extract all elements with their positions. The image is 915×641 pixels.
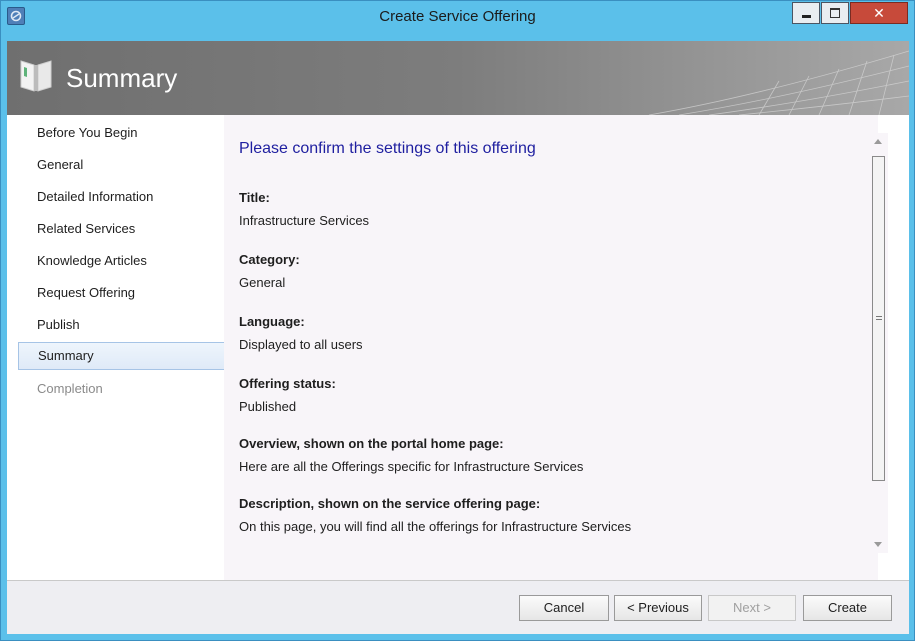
field-label-title: Title: (239, 190, 270, 205)
nav-item-knowledge-articles[interactable]: Knowledge Articles (18, 247, 226, 275)
wizard-content: Before You Begin General Detailed Inform… (7, 115, 909, 580)
scroll-up-icon[interactable] (874, 139, 882, 144)
field-value-title: Infrastructure Services (239, 213, 370, 228)
book-icon (20, 60, 52, 92)
maximize-icon (830, 8, 840, 18)
page-heading: Please confirm the settings of this offe… (239, 140, 536, 157)
banner-decoration (648, 50, 909, 115)
minimize-icon (801, 14, 811, 18)
nav-item-detailed-information[interactable]: Detailed Information (18, 183, 226, 211)
nav-item-summary[interactable]: Summary (18, 342, 226, 370)
nav-item-related-services[interactable]: Related Services (18, 215, 226, 243)
cancel-button[interactable]: Cancel (519, 595, 609, 621)
title-bar[interactable]: Create Service Offering ✕ (1, 1, 914, 33)
nav-item-publish[interactable]: Publish (18, 311, 226, 339)
field-label-language: Language: (239, 314, 305, 329)
field-label-description: Description, shown on the service offeri… (239, 496, 541, 511)
scroll-thumb[interactable] (872, 156, 885, 481)
scroll-down-icon[interactable] (874, 542, 882, 547)
create-button[interactable]: Create (803, 595, 892, 621)
close-button[interactable]: ✕ (850, 2, 908, 24)
wizard-footer: Cancel < Previous Next > Create (7, 580, 909, 634)
wizard-nav: Before You Begin General Detailed Inform… (15, 115, 230, 580)
nav-item-completion: Completion (37, 381, 103, 396)
field-value-category: General (239, 275, 286, 290)
nav-item-request-offering[interactable]: Request Offering (18, 279, 226, 307)
nav-item-before-you-begin[interactable]: Before You Begin (18, 119, 226, 147)
field-label-category: Category: (239, 252, 300, 267)
window-title: Create Service Offering (379, 8, 536, 25)
field-value-language: Displayed to all users (239, 337, 363, 352)
maximize-button[interactable] (821, 2, 849, 24)
vertical-scrollbar[interactable] (870, 133, 888, 553)
summary-panel: Please confirm the settings of this offe… (224, 115, 878, 580)
field-value-offering-status: Published (239, 399, 297, 414)
minimize-button[interactable] (792, 2, 820, 24)
field-value-overview: Here are all the Offerings specific for … (239, 459, 584, 474)
next-button: Next > (708, 595, 796, 621)
field-value-description: On this page, you will find all the offe… (239, 519, 632, 534)
nav-item-general[interactable]: General (18, 151, 226, 179)
banner-title: Summary (66, 63, 178, 93)
footer-divider (7, 580, 909, 581)
field-label-overview: Overview, shown on the portal home page: (239, 436, 504, 451)
page-banner: Summary (7, 41, 909, 115)
field-label-offering-status: Offering status: (239, 376, 336, 391)
wizard-window: Create Service Offering ✕ Summary Before… (0, 0, 915, 641)
scroll-grip-line (876, 316, 882, 317)
scroll-grip-line (876, 319, 882, 320)
close-icon: ✕ (873, 5, 885, 21)
previous-button[interactable]: < Previous (614, 595, 702, 621)
